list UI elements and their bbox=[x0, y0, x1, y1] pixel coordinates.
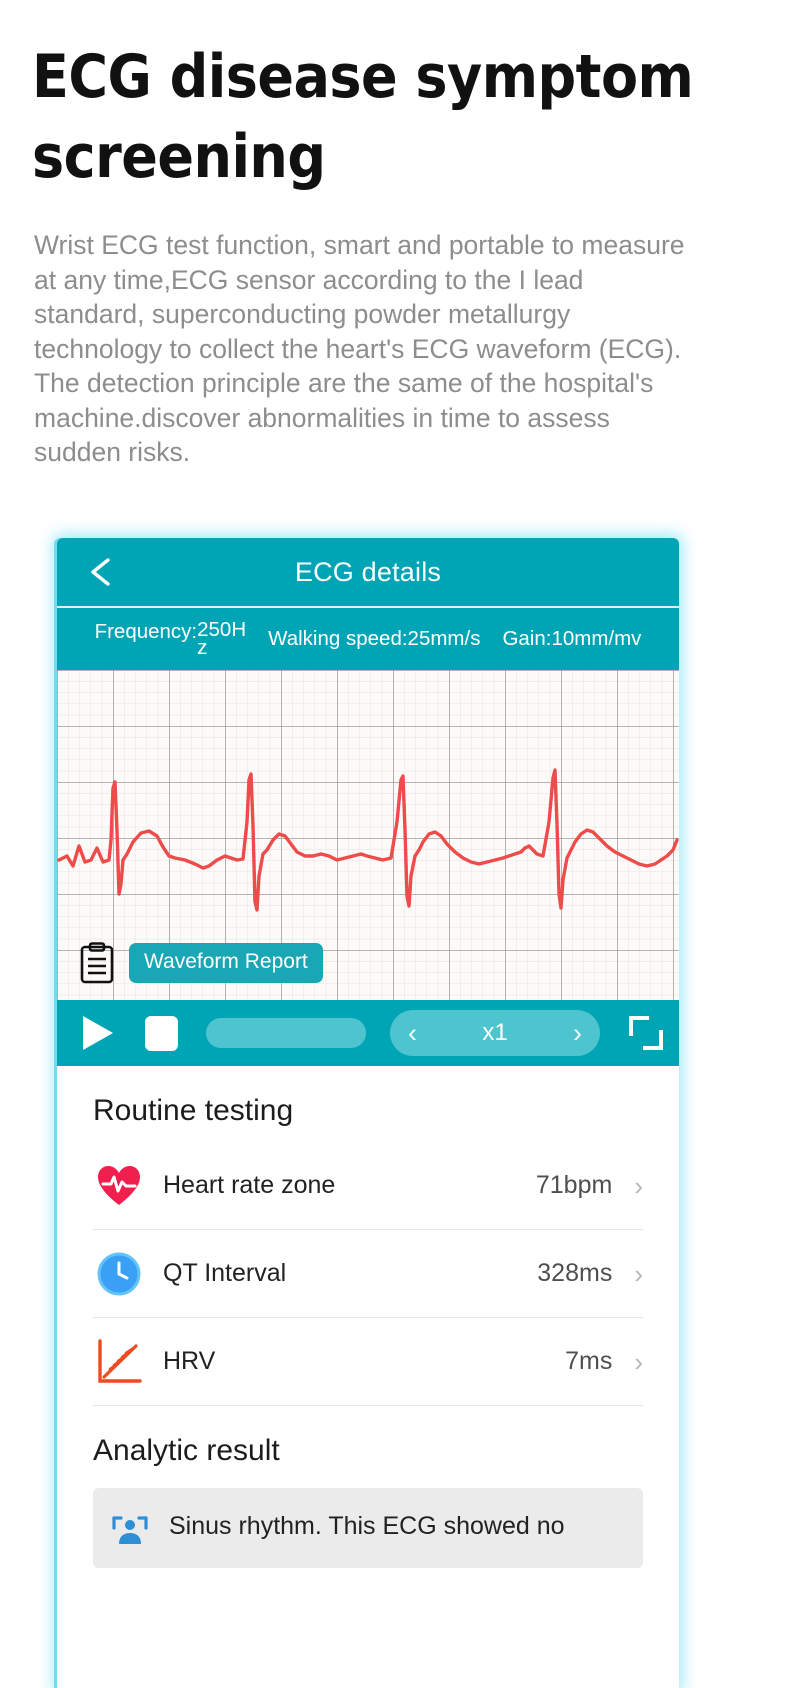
list-item-value: 71bpm bbox=[535, 1171, 613, 1199]
analytic-result-heading: Analytic result bbox=[93, 1434, 280, 1467]
speed-stepper[interactable]: ‹ x1 › bbox=[390, 1010, 600, 1056]
stop-icon[interactable] bbox=[145, 1015, 178, 1051]
clipboard-icon[interactable] bbox=[79, 942, 115, 984]
param-frequency-value-bottom: z bbox=[197, 635, 208, 659]
list-item-value: 328ms bbox=[537, 1259, 613, 1287]
playback-toolbar: ‹ x1 › bbox=[57, 1000, 679, 1066]
routine-testing-heading: Routine testing bbox=[93, 1094, 294, 1127]
list-item-label: QT Interval bbox=[163, 1259, 287, 1287]
waveform-report-button[interactable]: Waveform Report bbox=[129, 943, 323, 983]
page-description: Wrist ECG test function, smart and porta… bbox=[34, 230, 685, 468]
chevron-right-icon[interactable]: › bbox=[634, 1349, 643, 1375]
app-bar: ECG details bbox=[57, 538, 679, 608]
list-item-value: 7ms bbox=[565, 1347, 613, 1375]
list-item-label: Heart rate zone bbox=[163, 1171, 336, 1199]
expand-icon[interactable] bbox=[629, 1016, 663, 1050]
analytic-result-card: Sinus rhythm. This ECG showed no bbox=[93, 1488, 643, 1568]
clock-icon bbox=[93, 1252, 145, 1296]
chevron-right-icon[interactable]: › bbox=[634, 1261, 643, 1287]
list-item[interactable]: HRV 7ms › bbox=[93, 1318, 643, 1406]
ecg-parameters-bar: Frequency: 250H z Walking speed:25mm/s G… bbox=[57, 608, 679, 670]
list-item[interactable]: QT Interval 328ms › bbox=[93, 1230, 643, 1318]
page-title: ECG disease symptom screening bbox=[32, 42, 694, 192]
list-item-label: HRV bbox=[163, 1347, 216, 1375]
param-gain: Gain:10mm/mv bbox=[502, 627, 642, 650]
analytic-result-text: Sinus rhythm. This ECG showed no bbox=[169, 1512, 565, 1540]
ecg-waveform-chart[interactable]: Waveform Report bbox=[57, 670, 679, 1000]
back-icon[interactable] bbox=[87, 558, 115, 586]
page-root: ECG disease symptom screening Wrist ECG … bbox=[0, 0, 790, 1688]
phone-mockup: ECG details Frequency: 250H z Walking sp… bbox=[57, 538, 679, 1688]
chevron-left-icon[interactable]: ‹ bbox=[408, 1019, 417, 1047]
chevron-right-icon[interactable]: › bbox=[573, 1019, 582, 1047]
app-bar-title: ECG details bbox=[294, 556, 442, 587]
progress-track[interactable] bbox=[206, 1018, 366, 1048]
routine-testing-list: Heart rate zone 71bpm › QT Interval 328m… bbox=[93, 1142, 643, 1406]
param-walking-speed: Walking speed:25mm/s bbox=[268, 627, 481, 650]
details-content: Routine testing Heart rate zone 71bpm › bbox=[57, 1066, 679, 1568]
chevron-right-icon[interactable]: › bbox=[634, 1173, 643, 1199]
param-frequency-label: Frequency: bbox=[94, 620, 198, 644]
doctor-icon bbox=[111, 1514, 157, 1553]
heart-pulse-icon bbox=[93, 1165, 145, 1207]
list-item[interactable]: Heart rate zone 71bpm › bbox=[93, 1142, 643, 1230]
hrv-chart-icon bbox=[93, 1338, 145, 1385]
play-icon[interactable] bbox=[83, 1016, 113, 1050]
waveform-report-row: Waveform Report bbox=[79, 942, 323, 984]
param-frequency: Frequency: 250H z bbox=[94, 619, 247, 659]
speed-value: x1 bbox=[482, 1019, 508, 1046]
